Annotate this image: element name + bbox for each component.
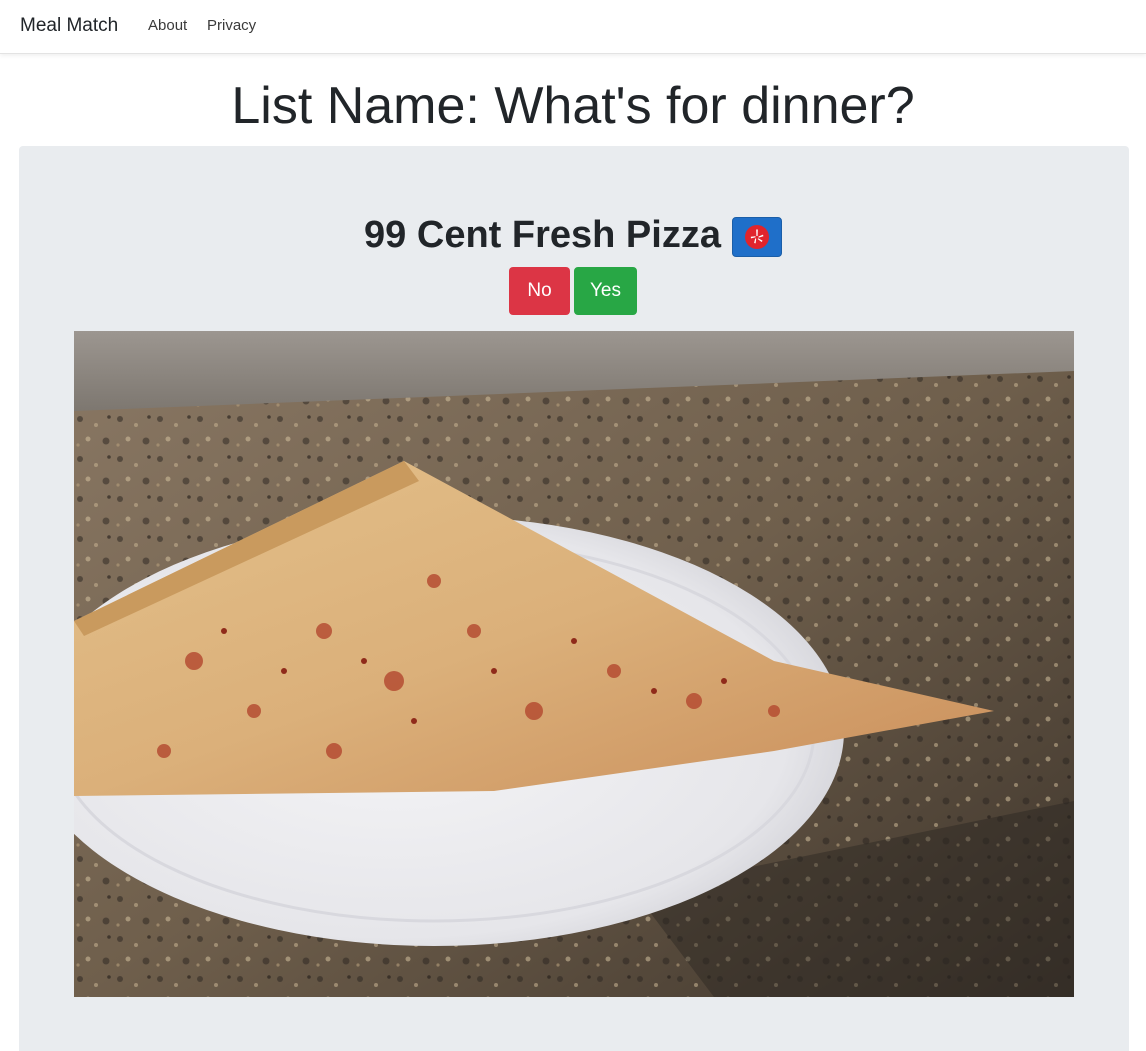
restaurant-header: 99 Cent Fresh Pizza [0,212,1146,258]
vote-buttons: No Yes [0,267,1146,315]
pizza-slice-photo [74,331,1074,997]
no-button[interactable]: No [509,267,570,315]
page-title: List Name: What's for dinner? [231,77,915,135]
restaurant-name: 99 Cent Fresh Pizza [364,214,721,256]
nav-link-about[interactable]: About [148,16,187,36]
restaurant-photo [74,331,1074,997]
yelp-icon [744,225,769,249]
nav-link-privacy[interactable]: Privacy [207,16,256,36]
yes-button[interactable]: Yes [574,267,637,315]
top-navbar: Meal Match About Privacy [0,0,1146,54]
yelp-link-button[interactable] [731,217,782,257]
brand-link[interactable]: Meal Match [20,14,118,38]
